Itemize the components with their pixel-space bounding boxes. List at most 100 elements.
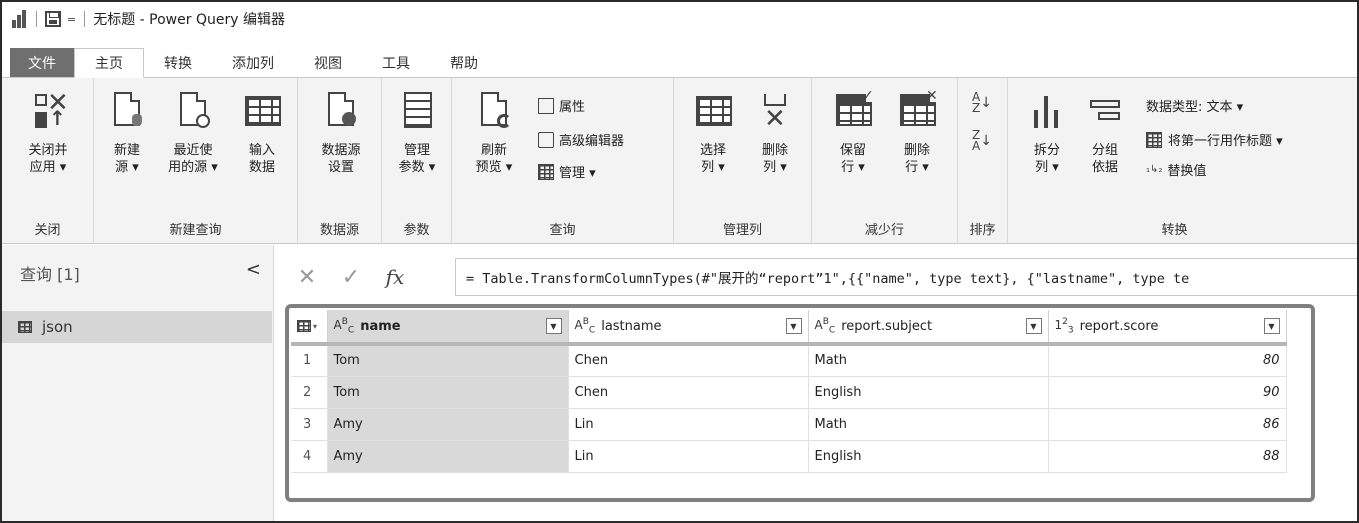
text-type-icon[interactable]: ABC [334,317,355,335]
refresh-icon [473,90,515,136]
new-source-button[interactable]: 新建 源 ▾ [102,90,152,176]
choose-columns-button[interactable]: 选择 列 ▾ [686,90,740,176]
tab-view[interactable]: 视图 [294,48,362,77]
tab-home[interactable]: 主页 [74,48,144,78]
replace-values-button[interactable]: ₁↳₂ 替换值 [1146,160,1206,179]
ribbon-group-new-query: 新建 源 ▾ 最近使 用的源 ▾ 输入 数据 新建查询 [94,78,298,244]
tab-transform[interactable]: 转换 [144,48,212,77]
row-number[interactable]: 1 [291,344,328,377]
column-header-label: report.subject [841,318,933,334]
split-column-icon [1026,90,1068,136]
ribbon-group-label: 参数 [403,223,430,238]
manage-query-button[interactable]: 管理 ▾ [538,162,596,181]
use-first-row-as-headers-button[interactable]: 将第一行用作标题 ▾ [1146,130,1283,149]
formula-input[interactable]: = Table.TransformColumnTypes(#"展开的“repor… [455,258,1357,296]
replace-values-label: 替换值 [1167,164,1207,179]
cell-score[interactable]: 80 [1048,344,1287,377]
cell-lastname[interactable]: Chen [568,376,809,409]
cell-lastname[interactable]: Lin [568,408,809,441]
fx-icon[interactable]: fx [373,265,417,289]
sort-ascending-button[interactable]: A Z ↓ [972,91,992,114]
queries-panel: 查询 [1] < json [2,245,274,521]
close-apply-label: 关闭并 应用 ▾ [28,143,68,175]
tab-help[interactable]: 帮助 [430,48,498,77]
replace-values-icon: ₁↳₂ [1146,164,1163,175]
keep-rows-button[interactable]: ✓ 保留 行 ▾ [826,88,880,176]
column-header-lastname[interactable]: ABC lastname ▼ [568,310,809,346]
properties-icon [538,97,554,114]
filter-dropdown-icon[interactable]: ▼ [785,318,802,334]
ribbon-group-label: 转换 [1161,223,1188,238]
header-row: ▾ ABC name ▼ ABC lastname ▼ ABC report.s… [291,310,1287,346]
group-by-button[interactable]: 分组 依据 [1080,90,1130,176]
cell-lastname[interactable]: Chen [568,344,809,377]
column-header-name[interactable]: ABC name ▼ [327,310,569,346]
ribbon-group-transform: 拆分 列 ▾ 分组 依据 数据类型: 文本 ▾ 将第一行用作标题 ▾ ₁↳₂ 替… [1008,78,1357,244]
number-type-icon[interactable]: 123 [1055,317,1074,335]
data-type-dropdown[interactable]: 数据类型: 文本 ▾ [1146,96,1243,115]
cell-score[interactable]: 86 [1048,408,1287,441]
query-item-json[interactable]: json [2,311,272,343]
table-icon [538,163,554,180]
power-query-window: = 无标题 - Power Query 编辑器 文件 主页 转换 添加列 视图 … [0,0,1359,523]
refresh-preview-button[interactable]: 刷新 预览 ▾ [466,90,522,176]
ribbon-group-label: 管理列 [722,223,762,238]
chevron-down-icon: ▾ [313,321,318,331]
enter-data-button[interactable]: 输入 数据 [234,90,290,176]
cancel-formula-icon[interactable]: ✕ [285,265,329,290]
cell-subject[interactable]: Math [808,344,1049,377]
keep-rows-icon: ✓ [832,88,874,136]
tab-file[interactable]: 文件 [10,48,74,77]
filter-dropdown-icon[interactable]: ▼ [545,318,562,334]
formula-bar: ✕ ✓ fx = Table.TransformColumnTypes(#"展开… [285,258,1357,296]
ribbon-group-label: 查询 [549,223,576,238]
table-corner-menu[interactable]: ▾ [291,310,328,346]
save-icon[interactable] [45,11,61,27]
cell-subject[interactable]: English [808,376,1049,409]
tab-add-column[interactable]: 添加列 [212,48,294,77]
data-type-label: 数据类型: 文本 ▾ [1146,100,1244,115]
close-apply-button[interactable]: ✕ ↑ 关闭并 应用 ▾ [6,90,90,176]
text-type-icon[interactable]: ABC [815,317,836,335]
commit-formula-icon[interactable]: ✓ [329,265,373,290]
row-number[interactable]: 3 [291,408,328,441]
cell-name[interactable]: Tom [327,376,569,409]
filter-dropdown-icon[interactable]: ▼ [1263,318,1280,334]
tab-tools[interactable]: 工具 [362,48,430,77]
manage-params-button[interactable]: 管理 参数 ▾ [388,90,446,176]
ribbon-group-reduce-rows: ✓ 保留 行 ▾ ✕ 删除 行 ▾ 减少行 [812,78,958,244]
column-header-label: lastname [601,318,662,334]
datasource-settings-button[interactable]: 数据源 设置 [312,90,370,176]
cell-score[interactable]: 90 [1048,376,1287,409]
cell-lastname[interactable]: Lin [568,440,809,473]
quick-access-dropdown-icon[interactable]: = [67,13,76,26]
ribbon-group-sort: A Z ↓ Z A ↓ 排序 [958,78,1008,244]
cell-name[interactable]: Tom [327,344,569,377]
remove-rows-button[interactable]: ✕ 删除 行 ▾ [890,88,944,176]
split-column-button[interactable]: 拆分 列 ▾ [1022,90,1072,176]
row-number[interactable]: 4 [291,440,328,473]
column-header-report-subject[interactable]: ABC report.subject ▼ [808,310,1049,346]
cell-subject[interactable]: English [808,440,1049,473]
table-icon [241,90,283,136]
recent-sources-button[interactable]: 最近使 用的源 ▾ [158,90,228,176]
cell-score[interactable]: 88 [1048,440,1287,473]
queries-panel-title: 查询 [1] [20,265,80,284]
cell-name[interactable]: Amy [327,408,569,441]
sort-descending-button[interactable]: Z A ↓ [972,129,992,152]
table-icon [297,320,311,332]
cell-name[interactable]: Amy [327,440,569,473]
text-type-icon[interactable]: ABC [575,317,596,335]
table-row: 3 Amy Lin Math 86 [291,408,1287,441]
collapse-panel-icon[interactable]: < [246,259,261,280]
cell-subject[interactable]: Math [808,408,1049,441]
filter-dropdown-icon[interactable]: ▼ [1025,318,1042,334]
table-row: 1 Tom Chen Math 80 [291,344,1287,377]
column-header-report-score[interactable]: 123 report.score ▼ [1048,310,1287,346]
enter-data-label: 输入 数据 [248,143,275,175]
group-by-icon [1084,90,1126,136]
remove-columns-button[interactable]: ✕ 删除 列 ▾ [748,90,802,176]
properties-button[interactable]: 属性 [538,96,585,115]
advanced-editor-button[interactable]: 高级编辑器 [538,130,624,149]
row-number[interactable]: 2 [291,376,328,409]
